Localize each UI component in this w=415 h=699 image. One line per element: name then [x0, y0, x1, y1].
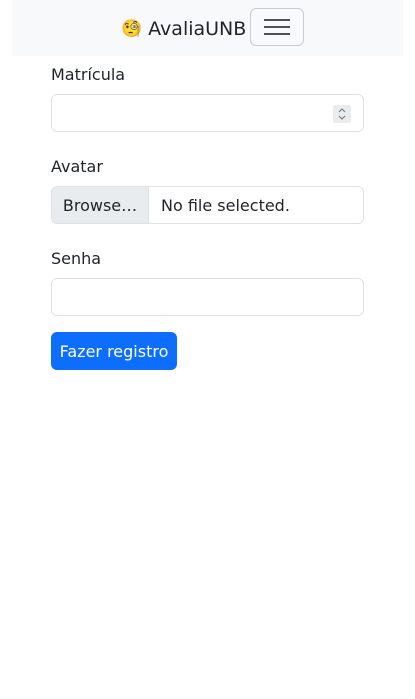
submit-button[interactable]: Fazer registro: [51, 332, 177, 370]
file-status-text: No file selected.: [161, 195, 290, 215]
navbar-toggler-button[interactable]: [250, 8, 304, 46]
senha-input[interactable]: [52, 279, 363, 315]
hamburger-menu-icon: [264, 17, 290, 37]
avatar-label: Avatar: [51, 157, 103, 176]
senha-label: Senha: [51, 249, 102, 268]
matricula-field-wrapper: [51, 94, 364, 132]
matricula-input[interactable]: [52, 95, 363, 131]
monocle-face-icon: 🧐: [121, 18, 143, 39]
browse-button[interactable]: Browse…: [52, 187, 149, 223]
senha-field-wrapper: [51, 278, 364, 316]
number-spinner-icon[interactable]: [333, 105, 351, 123]
avatar-file-input[interactable]: Browse… No file selected.: [51, 186, 364, 224]
matricula-label: Matrícula: [51, 65, 126, 84]
navbar: 🧐 AvaliaUNB: [12, 0, 403, 56]
brand-text: AvaliaUNB: [148, 18, 247, 40]
brand-link[interactable]: 🧐 AvaliaUNB: [121, 16, 246, 42]
